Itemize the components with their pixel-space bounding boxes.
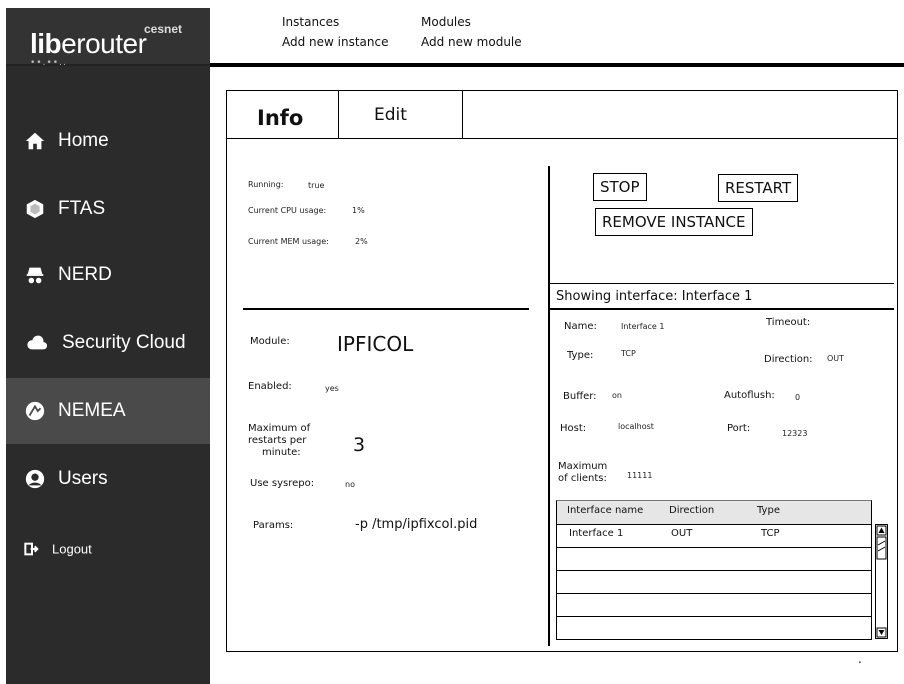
- sysrepo-label: Use sysrepo:: [250, 478, 315, 489]
- running-label: Running:: [248, 180, 284, 189]
- host-label: Host:: [560, 423, 587, 434]
- buffer-value: on: [612, 391, 622, 400]
- logout-button[interactable]: Logout: [6, 516, 210, 582]
- type-label: Type:: [567, 350, 594, 361]
- hexagon-icon: [26, 199, 44, 219]
- max-restarts-label: Maximum of restarts per minute:: [248, 423, 311, 458]
- menu-modules[interactable]: Modules: [421, 15, 471, 29]
- type-value: TCP: [621, 349, 636, 358]
- logout-label: Logout: [52, 541, 92, 557]
- sidebar: liberouter cesnet ••.••.. Home FTAS NERD…: [6, 8, 210, 684]
- table-row[interactable]: [556, 616, 872, 640]
- buffer-label: Buffer:: [563, 391, 597, 402]
- table-row[interactable]: [556, 570, 872, 594]
- table-row[interactable]: [556, 593, 872, 617]
- sidebar-item-ftas[interactable]: FTAS: [6, 176, 210, 242]
- tabbar-divider: [226, 138, 898, 139]
- header-divider: [210, 63, 904, 67]
- sidebar-item-users[interactable]: Users: [6, 446, 210, 512]
- direction-label: Direction:: [764, 354, 813, 365]
- nemea-icon: [25, 401, 45, 421]
- column-header[interactable]: Interface name: [567, 505, 643, 516]
- interface-heading: Showing interface: Interface 1: [556, 289, 753, 304]
- autoflush-value: 0: [795, 393, 801, 402]
- running-value: true: [308, 181, 325, 190]
- sysrepo-value: no: [345, 480, 355, 489]
- max-clients-value: 11111: [627, 471, 653, 480]
- cloud-icon: [27, 335, 48, 350]
- user-icon: [25, 469, 45, 489]
- sidebar-item-label: Home: [58, 130, 109, 151]
- restart-button[interactable]: RESTART: [718, 174, 799, 202]
- table-header: Interface name Direction Type: [556, 500, 872, 525]
- column-header[interactable]: Direction: [669, 505, 714, 516]
- incognito-icon: [26, 267, 44, 284]
- table-scrollbar[interactable]: [875, 524, 888, 639]
- direction-value: OUT: [827, 354, 845, 363]
- params-value: -p /tmp/ipfixcol.pid: [355, 517, 478, 532]
- cpu-label: Current CPU usage:: [248, 206, 327, 215]
- interface-top-divider: [550, 283, 894, 284]
- sidebar-item-nemea[interactable]: NEMEA: [6, 378, 210, 444]
- max-clients-label: Maximum of clients:: [558, 461, 608, 484]
- tab-edit-label: Edit: [374, 105, 407, 125]
- cpu-value: 1%: [352, 206, 365, 215]
- interface-table: Interface name Direction Type Interface …: [556, 500, 872, 640]
- scrollbar-graphic: [876, 525, 887, 638]
- enabled-label: Enabled:: [248, 381, 292, 392]
- sidebar-item-label: NEMEA: [58, 400, 126, 421]
- sidebar-item-label: FTAS: [58, 198, 106, 219]
- interface-divider: [550, 308, 894, 310]
- logout-icon: [24, 542, 39, 556]
- module-label: Module:: [250, 336, 290, 347]
- port-value: 12323: [782, 429, 808, 438]
- remove-instance-button[interactable]: REMOVE INSTANCE: [595, 208, 753, 236]
- sidebar-item-security-cloud[interactable]: Security Cloud: [6, 310, 210, 376]
- brand-name: liberouter: [30, 28, 147, 59]
- table-cell: TCP: [761, 528, 780, 539]
- enabled-value: yes: [325, 384, 339, 393]
- name-value: Interface 1: [621, 322, 665, 331]
- brand-logo[interactable]: liberouter cesnet ••.••..: [6, 8, 210, 68]
- mem-label: Current MEM usage:: [248, 237, 329, 246]
- tab-info[interactable]: Info: [226, 90, 339, 138]
- autoflush-label: Autoflush:: [724, 390, 775, 401]
- sidebar-item-home[interactable]: Home: [6, 108, 210, 174]
- table-cell: Interface 1: [569, 528, 624, 539]
- sidebar-item-label: Security Cloud: [62, 332, 186, 353]
- section-divider: [243, 308, 529, 310]
- name-label: Name:: [564, 321, 597, 332]
- brand-sub: cesnet: [144, 22, 183, 36]
- column-header[interactable]: Type: [757, 505, 780, 516]
- sidebar-item-label: Users: [58, 468, 108, 489]
- table-cell: OUT: [671, 528, 693, 539]
- sidebar-item-nerd[interactable]: NERD: [6, 242, 210, 308]
- table-row[interactable]: Interface 1 OUT TCP: [556, 524, 872, 548]
- params-label: Params:: [253, 520, 294, 531]
- module-value: IPFICOL: [337, 332, 414, 356]
- menu-instances[interactable]: Instances: [282, 15, 339, 29]
- port-label: Port:: [727, 423, 751, 434]
- host-value: localhost: [618, 422, 654, 431]
- column-divider: [548, 166, 550, 646]
- home-icon: [25, 132, 45, 150]
- brand-dots: ••.••..: [30, 58, 67, 68]
- menu-add-instance[interactable]: Add new instance: [282, 35, 389, 49]
- footer-dot: .: [858, 652, 862, 666]
- timeout-label: Timeout:: [766, 317, 811, 328]
- tab-edit[interactable]: Edit: [338, 90, 463, 138]
- menu-add-module[interactable]: Add new module: [421, 35, 522, 49]
- sidebar-item-label: NERD: [58, 264, 112, 285]
- stop-button[interactable]: STOP: [593, 173, 647, 201]
- mem-value: 2%: [355, 237, 368, 246]
- tab-info-label: Info: [257, 106, 304, 130]
- max-restarts-value: 3: [353, 434, 366, 456]
- table-row[interactable]: [556, 547, 872, 571]
